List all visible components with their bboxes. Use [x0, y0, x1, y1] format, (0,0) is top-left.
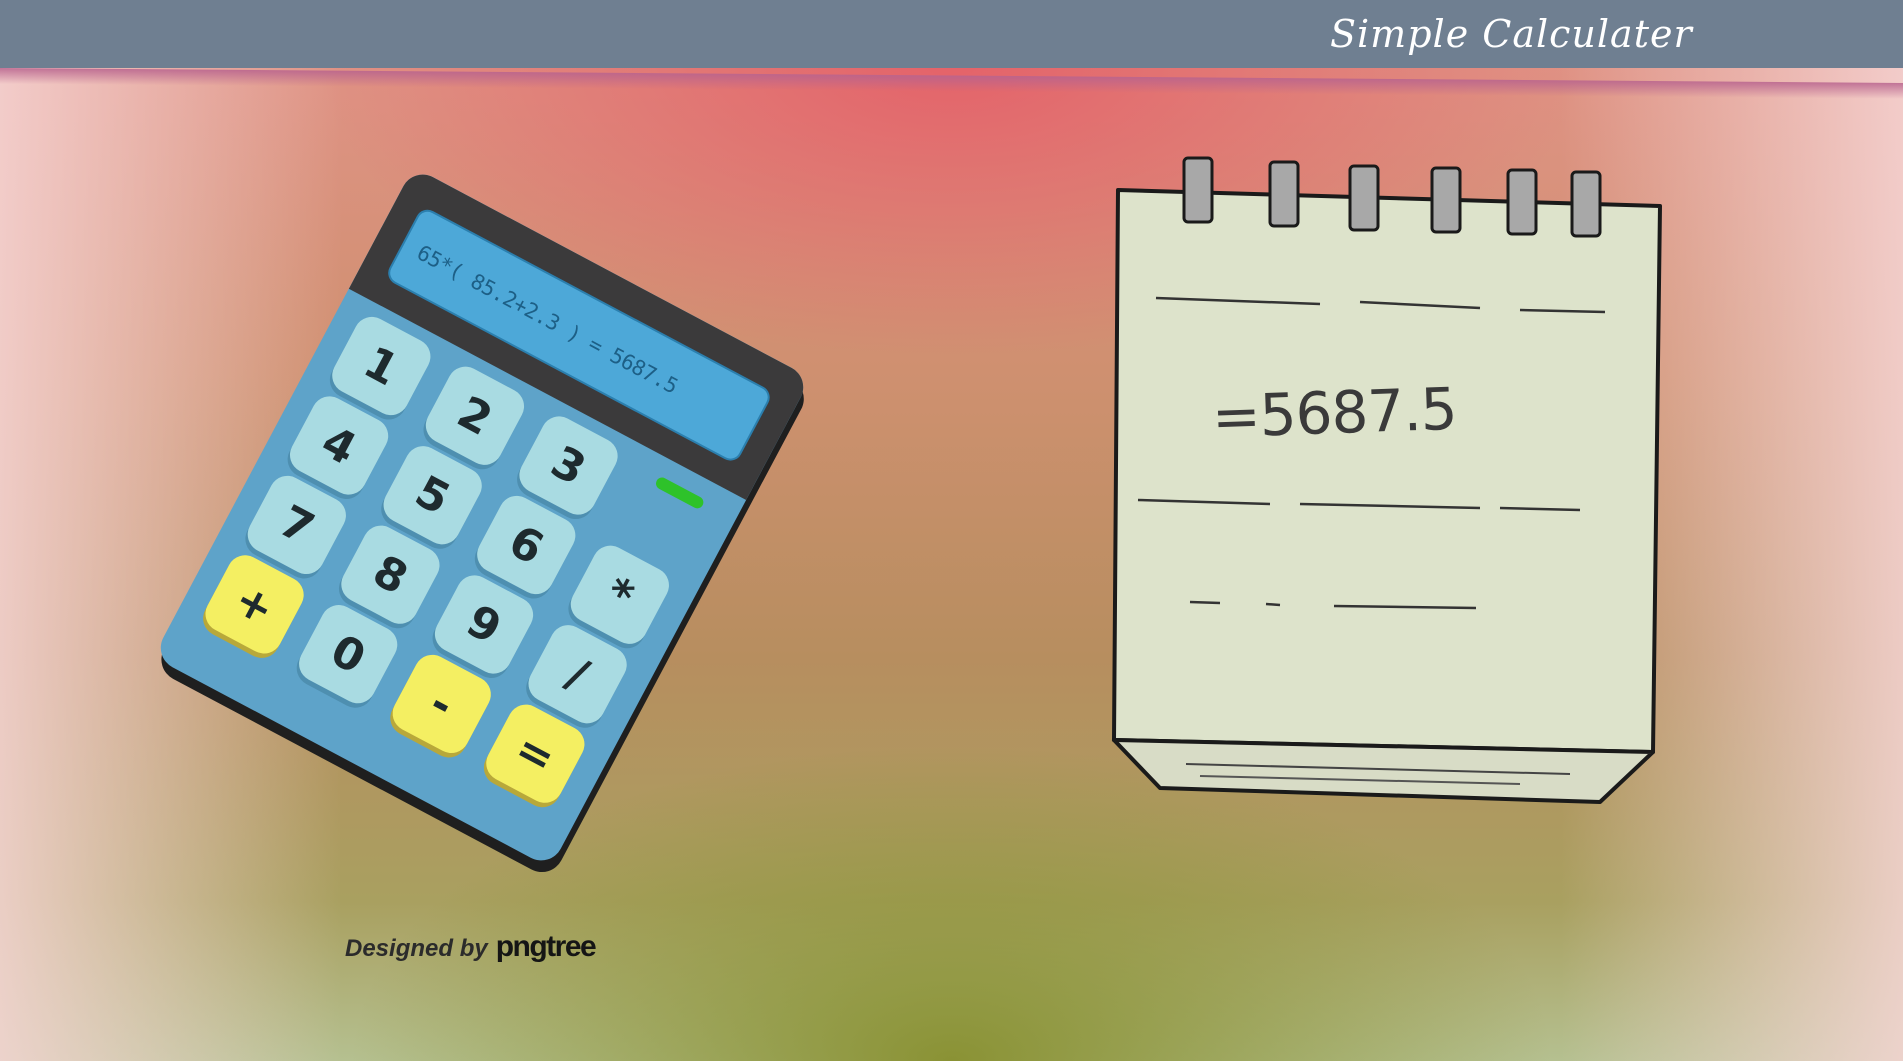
credit-label: Designed by — [345, 935, 488, 962]
notepad-illustration — [1112, 156, 1662, 804]
top-bar-edge — [0, 68, 1903, 99]
credit: Designed by pngtree — [345, 930, 665, 966]
notepad: =5687.5 — [1100, 152, 1668, 812]
power-indicator — [653, 475, 706, 511]
calculator-body: 65*( 85.2+2.3 ) = 5687.5 1 2 3 4 5 6 * 7… — [153, 166, 811, 869]
credit-brand-logo: pngtree — [495, 930, 597, 963]
app-title: Simple Calculater — [1330, 12, 1693, 56]
notepad-result: =5687.5 — [1210, 374, 1458, 452]
calculator: 65*( 85.2+2.3 ) = 5687.5 1 2 3 4 5 6 * 7… — [153, 166, 812, 880]
